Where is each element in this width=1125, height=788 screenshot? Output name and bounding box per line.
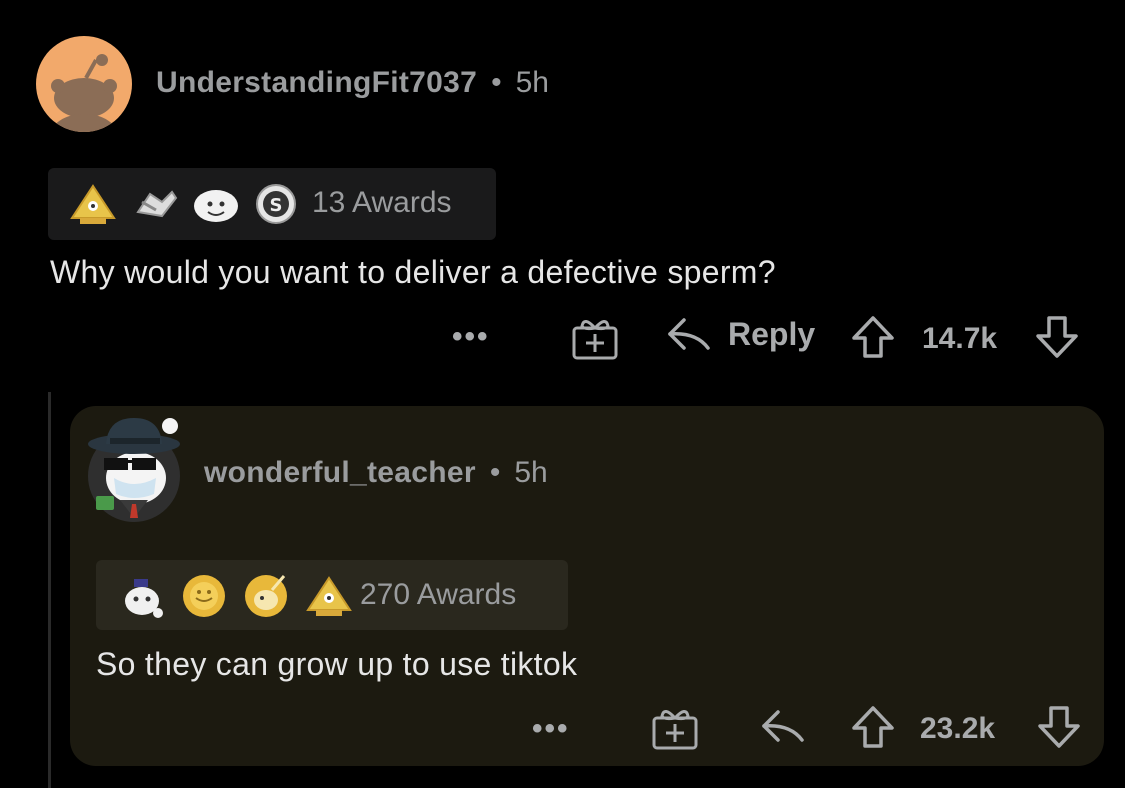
- awards-bar[interactable]: 270 Awards: [96, 560, 568, 630]
- downvote-icon: [1038, 706, 1080, 748]
- silver-award-icon: S: [256, 184, 296, 224]
- awards-count: 13 Awards: [312, 186, 452, 219]
- pyramid-award-icon: [306, 576, 352, 616]
- snoo-avatar-icon: [50, 54, 118, 132]
- gift-icon: [572, 320, 618, 360]
- reply-arrow-icon: [668, 318, 710, 350]
- more-options-button[interactable]: •••: [532, 712, 570, 746]
- thread-collapse-line[interactable]: [48, 392, 51, 788]
- handshake-award-icon: [136, 190, 178, 218]
- downvote-button[interactable]: [1034, 314, 1080, 360]
- upvote-button[interactable]: [850, 314, 896, 360]
- comment-body: Why would you want to deliver a defectiv…: [50, 254, 776, 290]
- upvote-icon: [852, 316, 894, 358]
- vote-score: 14.7k: [922, 322, 998, 355]
- separator: •: [491, 66, 502, 99]
- reply-arrow-icon: [762, 710, 804, 742]
- awards-bar[interactable]: S 13 Awards: [48, 168, 496, 240]
- avatar[interactable]: [84, 414, 184, 522]
- reply-label: Reply: [728, 315, 816, 352]
- username[interactable]: wonderful_teacher: [204, 456, 476, 490]
- award-icons: S: [68, 182, 298, 226]
- separator: •: [489, 456, 501, 489]
- pyramid-award-icon: [70, 184, 116, 224]
- downvote-icon: [1036, 316, 1078, 358]
- wholesome-award-icon: [194, 190, 238, 222]
- upvote-button[interactable]: [850, 704, 896, 750]
- award-icons: [120, 572, 354, 620]
- awards-count: 270 Awards: [360, 578, 517, 611]
- gift-icon: [652, 710, 698, 750]
- username[interactable]: UnderstandingFit7037: [156, 66, 477, 100]
- comment-body: So they can grow up to use tiktok: [96, 646, 578, 682]
- comment-header: UnderstandingFit7037 • 5h: [156, 66, 549, 100]
- snoo-thinking-award-icon: [125, 579, 163, 618]
- give-award-button[interactable]: [570, 314, 620, 360]
- timestamp: 5h: [515, 66, 549, 99]
- reply-button[interactable]: Reply: [666, 314, 815, 354]
- more-options-button[interactable]: •••: [452, 320, 490, 354]
- give-award-button[interactable]: [650, 704, 700, 750]
- downvote-button[interactable]: [1036, 704, 1082, 750]
- reply-button[interactable]: [760, 706, 806, 746]
- upvote-icon: [852, 706, 894, 748]
- timestamp: 5h: [514, 456, 548, 489]
- vote-score: 23.2k: [920, 712, 996, 745]
- gold-sun-award-icon: [183, 575, 225, 617]
- avatar[interactable]: [36, 36, 132, 132]
- snoo-avatar-icon: [88, 418, 180, 522]
- svg-text:S: S: [270, 195, 283, 216]
- reply-header: wonderful_teacher • 5h: [204, 456, 548, 490]
- gold-unicorn-award-icon: [245, 575, 287, 617]
